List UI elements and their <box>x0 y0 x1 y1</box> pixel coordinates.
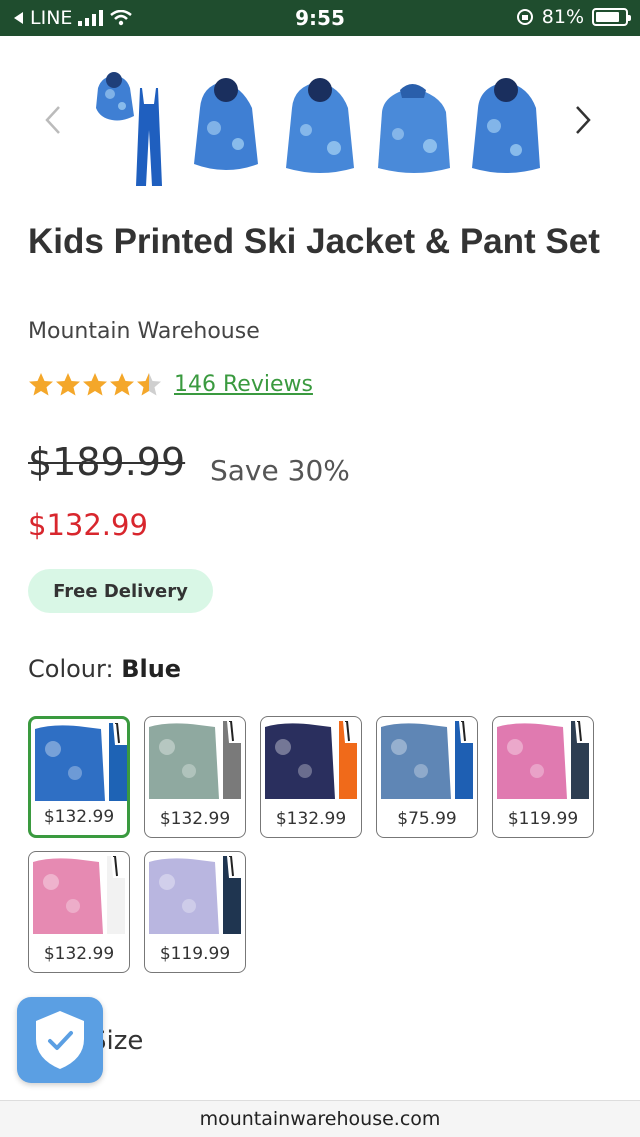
swatch-price: $132.99 <box>43 944 115 964</box>
chevron-left-icon <box>45 106 60 134</box>
star-rating <box>28 372 162 397</box>
gallery-thumbnail[interactable] <box>92 68 172 188</box>
colour-label-text: Colour: <box>28 655 114 683</box>
gallery-thumbnail[interactable] <box>186 68 266 188</box>
swatch-image <box>33 856 127 934</box>
swatch-image <box>149 721 243 799</box>
swatch-price: $132.99 <box>159 809 231 829</box>
colour-swatch[interactable]: $75.99 <box>376 716 478 838</box>
star-icon <box>56 373 80 396</box>
swatch-price: $119.99 <box>159 944 231 964</box>
colour-swatch[interactable]: $132.99 <box>260 716 362 838</box>
sale-price: $132.99 <box>28 508 148 542</box>
status-right: 81% <box>516 6 631 28</box>
original-price: $189.99 <box>28 440 186 484</box>
colour-swatch[interactable]: $132.99 <box>144 716 246 838</box>
chevron-right-icon <box>576 106 591 134</box>
gallery-thumbnail[interactable] <box>466 68 546 188</box>
swatch-image <box>149 856 243 934</box>
gallery-thumbnail[interactable] <box>374 68 454 188</box>
swatch-image <box>381 721 475 799</box>
selected-colour: Blue <box>121 655 182 683</box>
colour-swatch[interactable]: $132.99 <box>28 851 130 973</box>
battery-percent: 81% <box>541 6 584 28</box>
product-title: Kids Printed Ski Jacket & Pant Set <box>28 222 600 261</box>
swatch-price: $132.99 <box>275 809 347 829</box>
colour-label: Colour: Blue <box>28 655 181 683</box>
shield-check-icon <box>36 1011 84 1069</box>
battery-level <box>596 12 619 22</box>
star-icon <box>137 373 161 396</box>
gallery-thumbnail[interactable] <box>280 68 360 188</box>
gallery-prev-button[interactable] <box>38 100 68 140</box>
star-icon <box>83 373 107 396</box>
status-bar: LINE 9:55 81% <box>0 0 640 36</box>
battery-icon <box>592 8 631 26</box>
swatch-image <box>265 721 359 799</box>
rating-row: 146 Reviews <box>28 372 313 397</box>
star-icon <box>29 373 53 396</box>
free-delivery-badge: Free Delivery <box>28 569 213 613</box>
swatch-image <box>35 723 127 801</box>
product-brand: Mountain Warehouse <box>28 319 260 344</box>
browser-url-bar[interactable]: mountainwarehouse.com <box>0 1100 640 1137</box>
security-badge-button[interactable] <box>17 997 103 1083</box>
star-icon <box>110 373 134 396</box>
swatch-price: $119.99 <box>507 809 579 829</box>
swatch-image <box>497 721 591 799</box>
save-percentage: Save 30% <box>210 454 350 487</box>
product-gallery <box>0 60 640 190</box>
swatch-price: $75.99 <box>397 809 457 829</box>
reviews-link[interactable]: 146 Reviews <box>174 372 313 397</box>
swatch-price: $132.99 <box>43 807 115 827</box>
colour-swatch[interactable]: $119.99 <box>492 716 594 838</box>
orientation-lock-icon <box>516 9 533 25</box>
colour-swatch[interactable]: $119.99 <box>144 851 246 973</box>
gallery-next-button[interactable] <box>568 100 598 140</box>
url-domain: mountainwarehouse.com <box>199 1108 441 1130</box>
colour-swatch[interactable]: $132.99 <box>28 716 130 838</box>
